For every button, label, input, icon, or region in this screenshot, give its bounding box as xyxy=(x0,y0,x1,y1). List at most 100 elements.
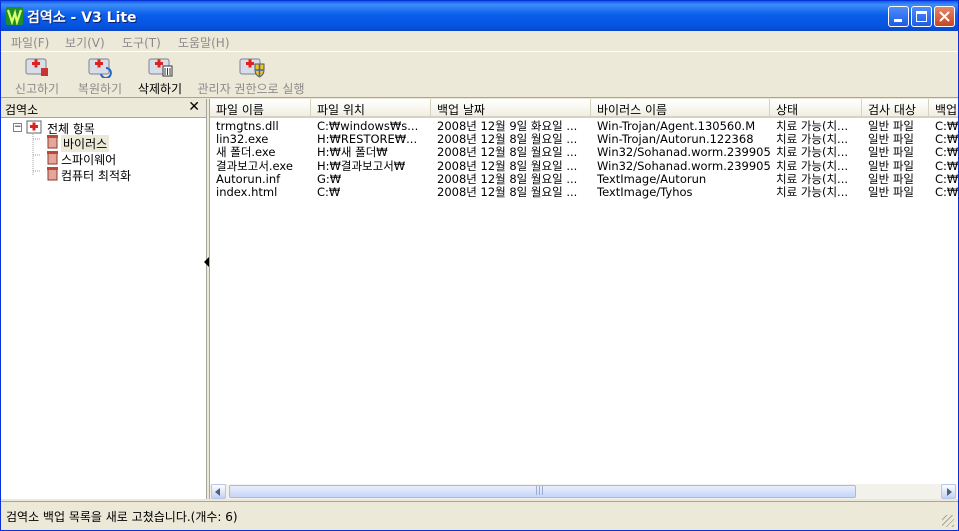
table-cell: Win-Trojan/Agent.130560.M xyxy=(597,120,756,133)
col-backup-date[interactable]: 백업 날짜 xyxy=(431,99,591,116)
table-cell: 일반 파일 xyxy=(868,172,914,186)
menu-tools[interactable]: 도구(T) xyxy=(122,34,161,51)
quarantine-icon xyxy=(26,120,42,134)
restore-icon xyxy=(88,58,112,78)
table-cell: TextImage/Autorun xyxy=(597,172,707,186)
table-cell: 2008년 12월 8일 월요일 ... xyxy=(437,146,578,160)
table-cell: 2008년 12월 8일 월요일 ... xyxy=(437,159,578,173)
table-row[interactable]: 새 폴더.exe H:₩새 폴더₩ 2008년 12월 8일 월요일 ... Win3… xyxy=(210,146,958,159)
table-cell: 결과보고서.exe xyxy=(216,159,293,173)
maximize-button[interactable] xyxy=(911,6,932,27)
table-cell: 일반 파일 xyxy=(868,159,914,173)
col-file-name[interactable]: 파일 이름 xyxy=(210,99,311,116)
run-as-admin-button[interactable]: 관리자 권한으로 실행 xyxy=(191,54,311,97)
report-button[interactable]: 신고하기 xyxy=(9,54,65,97)
delete-label: 삭제하기 xyxy=(137,82,183,96)
table-cell: C:₩ xyxy=(935,120,958,133)
table-row[interactable]: Autorun.inf G:₩ 2008년 12월 8일 월요일 ... TextIm… xyxy=(210,173,958,186)
table-cell: 치료 가능(치... xyxy=(776,159,849,173)
quarantine-tree-pane: 검역소 ✕ − 전체 항목 바이러스 스파이웨어 컴퓨터 최적화 xyxy=(1,99,207,499)
table-cell: trmgtns.dll xyxy=(216,120,279,133)
col-file-location[interactable]: 파일 위치 xyxy=(311,99,431,116)
table-row[interactable]: lin32.exe H:₩RESTORE₩... 2008년 12월 8일 월요일 … xyxy=(210,133,958,146)
table-row[interactable]: 결과보고서.exe H:₩결과보고서₩ 2008년 12월 8일 월요일 ... Wi… xyxy=(210,160,958,173)
minimize-button[interactable] xyxy=(888,6,909,27)
table-cell: C:₩ xyxy=(935,159,958,173)
scroll-right-icon xyxy=(947,488,952,496)
tree-pane-header: 검역소 ✕ xyxy=(1,99,206,118)
scroll-right-button[interactable] xyxy=(941,484,956,499)
col-scan-target[interactable]: 검사 대상 xyxy=(862,99,929,116)
table-cell: 새 폴더.exe xyxy=(216,146,276,160)
report-label: 신고하기 xyxy=(14,82,60,96)
table-cell: 2008년 12월 8일 월요일 ... xyxy=(437,172,578,186)
menu-help[interactable]: 도움말(H) xyxy=(178,34,230,51)
delete-trash-icon xyxy=(148,58,173,77)
tree-item-virus-label: 바이러스 xyxy=(61,135,110,152)
table-cell: C:₩ xyxy=(317,186,341,199)
col-virus-name[interactable]: 바이러스 이름 xyxy=(591,99,770,116)
table-cell: H:₩새 폴더₩ xyxy=(317,146,388,160)
status-text: 검역소 백업 목록을 새로 고쳤습니다.(개수: 6) xyxy=(6,510,238,524)
run-as-admin-label: 관리자 권한으로 실행 xyxy=(197,82,305,96)
table-cell: 치료 가능(치... xyxy=(776,146,849,160)
table-cell: 2008년 12월 8일 월요일 ... xyxy=(437,186,578,199)
window-title: 검역소 - V3 Lite xyxy=(27,10,137,26)
tree-item-spyware-label: 스파이웨어 xyxy=(61,153,117,167)
report-icon xyxy=(25,58,48,76)
scroll-left-icon xyxy=(215,488,220,496)
table-cell: 치료 가능(치... xyxy=(776,186,849,199)
tree-pane-title: 검역소 xyxy=(5,103,39,117)
collapse-icon[interactable]: − xyxy=(13,123,22,132)
scroll-thumb[interactable]: ||| xyxy=(229,485,856,498)
app-window: 검역소 - V3 Lite 파일(F) 보기(V) 도구(T) 도움말(H) 신… xyxy=(0,0,959,531)
table-cell: 치료 가능(치... xyxy=(776,120,849,133)
quarantine-list: 파일 이름 파일 위치 백업 날짜 바이러스 이름 상태 검사 대상 백업 tr… xyxy=(209,99,958,499)
table-cell: C:₩windows₩s... xyxy=(317,120,419,133)
table-cell: C:₩ xyxy=(935,186,958,199)
table-cell: C:₩ xyxy=(935,172,958,186)
virus-bin-icon xyxy=(47,135,58,149)
spyware-bin-icon xyxy=(47,151,58,165)
table-cell: G:₩ xyxy=(317,172,342,186)
menu-view[interactable]: 보기(V) xyxy=(65,34,105,51)
admin-shield-icon xyxy=(239,58,265,78)
table-row[interactable]: trmgtns.dll C:₩windows₩s... 2008년 12월 9일 화… xyxy=(210,120,958,133)
close-icon xyxy=(939,11,950,22)
column-header-row: 파일 이름 파일 위치 백업 날짜 바이러스 이름 상태 검사 대상 백업 xyxy=(210,99,958,118)
table-cell: 일반 파일 xyxy=(868,120,914,133)
table-cell: Win32/Sohanad.worm.239905 xyxy=(597,146,771,160)
horizontal-scrollbar[interactable]: ||| xyxy=(210,484,957,499)
tree-item-optimization-label: 컴퓨터 최적화 xyxy=(61,169,132,183)
scroll-grip: ||| xyxy=(535,486,545,496)
maximize-icon xyxy=(916,11,927,22)
table-cell: H:₩RESTORE₩... xyxy=(317,133,418,147)
table-cell: 2008년 12월 9일 화요일 ... xyxy=(437,120,578,133)
table-cell: index.html xyxy=(216,186,278,199)
table-cell: 치료 가능(치... xyxy=(776,133,849,147)
v3-app-icon xyxy=(6,7,23,25)
menu-file[interactable]: 파일(F) xyxy=(11,34,49,51)
table-cell: lin32.exe xyxy=(216,133,269,147)
table-cell: TextImage/Tyhos xyxy=(597,186,693,199)
pane-close-icon[interactable]: ✕ xyxy=(188,99,200,115)
optimization-bin-icon xyxy=(47,167,58,181)
status-bar: 검역소 백업 목록을 새로 고쳤습니다.(개수: 6) xyxy=(1,501,958,530)
table-cell: H:₩결과보고서₩ xyxy=(317,159,406,173)
menu-bar: 파일(F) 보기(V) 도구(T) 도움말(H) xyxy=(1,31,958,51)
scroll-left-button[interactable] xyxy=(211,484,226,499)
col-status[interactable]: 상태 xyxy=(770,99,862,116)
table-cell: 일반 파일 xyxy=(868,186,914,199)
delete-button[interactable]: 삭제하기 xyxy=(132,54,188,97)
table-cell: Autorun.inf xyxy=(216,172,281,186)
table-cell: 일반 파일 xyxy=(868,146,914,160)
restore-button[interactable]: 복원하기 xyxy=(72,54,128,97)
table-cell: Win-Trojan/Autorun.122368 xyxy=(597,133,754,147)
table-row[interactable]: index.html C:₩ 2008년 12월 8일 월요일 ... TextIma… xyxy=(210,186,958,199)
title-bar[interactable]: 검역소 - V3 Lite xyxy=(1,1,958,31)
table-cell: 2008년 12월 8일 월요일 ... xyxy=(437,133,578,147)
close-button[interactable] xyxy=(934,6,955,27)
resize-grip-icon[interactable] xyxy=(942,515,954,527)
col-backup[interactable]: 백업 xyxy=(929,99,958,116)
table-cell: Win32/Sohanad.worm.239905 xyxy=(597,159,771,173)
